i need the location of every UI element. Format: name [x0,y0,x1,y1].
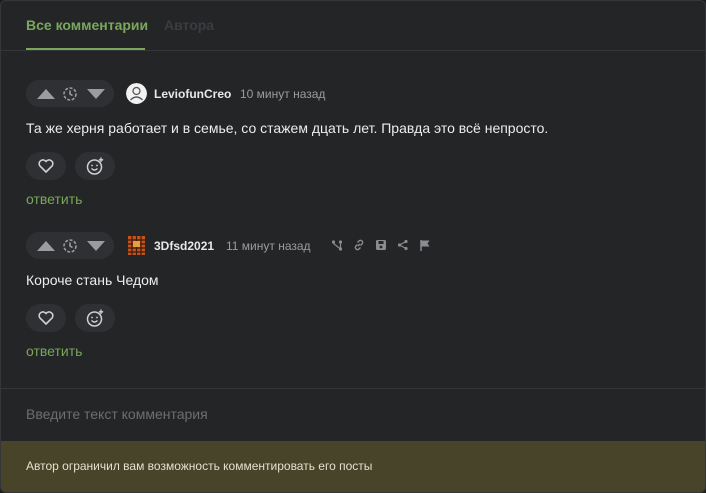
report-button[interactable] [418,238,432,252]
arrow-up-icon [37,241,55,251]
save-icon [376,240,386,250]
comment-input[interactable]: Введите текст комментария [26,406,676,426]
reply-link[interactable]: ответить [26,343,82,359]
arrow-down-icon [87,89,105,99]
avatar-image [128,236,145,255]
like-button[interactable] [26,152,66,180]
clock-icon [63,239,77,253]
link-icon [354,239,364,251]
downvote-button[interactable] [83,232,109,259]
comment-tabs: Все комментарии Автора [1,1,705,51]
tab-author-comments[interactable]: Автора [164,17,214,33]
comment-time: 11 минут назад [226,239,311,253]
save-button[interactable] [374,238,388,252]
branch-icon [331,240,343,251]
smiley-plus-icon [86,157,104,175]
avatar[interactable] [126,83,147,104]
active-tab-indicator [26,48,145,50]
comment-text: Та же херня работает и в семье, со стаже… [26,120,549,136]
avatar-image [126,83,147,104]
vote-control [26,80,114,107]
add-reaction-button[interactable] [75,152,115,180]
restriction-notice-text: Автор ограничил вам возможность комменти… [26,459,373,473]
upvote-button[interactable] [33,80,59,107]
divider [1,388,705,389]
heart-icon [38,159,54,173]
vote-control [26,232,114,259]
comments-panel: Все комментарии Автора LeviofunCreo 10 м… [0,0,706,493]
upvote-button[interactable] [33,232,59,259]
restriction-notice: Автор ограничил вам возможность комменти… [1,441,705,492]
smiley-plus-icon [86,309,104,327]
comment-input-placeholder: Введите текст комментария [26,406,208,422]
clock-icon [63,87,77,101]
tab-all-comments[interactable]: Все комментарии [26,17,148,33]
rating-hidden-button[interactable] [57,232,83,259]
heart-icon [38,311,54,325]
copy-link-button[interactable] [352,238,366,252]
rating-hidden-button[interactable] [57,80,83,107]
like-button[interactable] [26,304,66,332]
arrow-up-icon [37,89,55,99]
comment-author[interactable]: 3Dfsd2021 [154,239,214,253]
share-button[interactable] [396,238,410,252]
add-reaction-button[interactable] [75,304,115,332]
comment-text: Короче стань Чедом [26,272,159,288]
downvote-button[interactable] [83,80,109,107]
flag-icon [420,240,430,251]
comment-time: 10 минут назад [240,87,326,101]
comment-author[interactable]: LeviofunCreo [154,87,231,101]
share-icon [397,239,408,251]
branch-button[interactable] [330,238,344,252]
avatar[interactable] [126,235,147,256]
reply-link[interactable]: ответить [26,191,82,207]
arrow-down-icon [87,241,105,251]
